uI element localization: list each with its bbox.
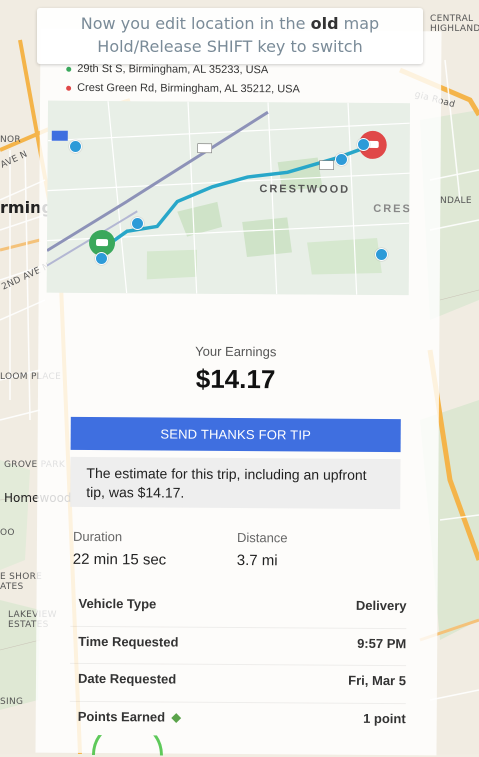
dropoff-dot-icon (66, 85, 72, 91)
map-control-point[interactable] (375, 248, 388, 261)
edit-mode-banner: Now you edit location in the old map Hol… (37, 8, 423, 64)
map-control-point[interactable] (335, 153, 348, 166)
trip-receipt-overlay: 29th St S, Birmingham, AL 35233, USA Cre… (35, 28, 442, 756)
route-map-label-cres: CRES (373, 202, 411, 216)
car-icon (96, 239, 109, 247)
dropoff-address: Crest Green Rd, Birmingham, AL 35212, US… (66, 82, 300, 95)
earnings-value: $14.17 (195, 363, 276, 395)
map-label-sing: SING (0, 697, 24, 707)
points-diamond-icon (171, 713, 182, 724)
trip-route-map: CRESTWOOD CRES (46, 100, 411, 296)
distance-value: 3.7 mi (236, 551, 278, 570)
banner-line-2: Hold/Release SHIFT key to switch (97, 37, 363, 56)
route-map-canvas (46, 100, 411, 296)
duration-value: 22 min 15 sec (72, 550, 167, 569)
pickup-dot-icon (66, 66, 72, 72)
rating-ring-icon (91, 734, 163, 756)
map-control-point[interactable] (69, 140, 82, 153)
receipt-row-date-requested: Date Requested Fri, Mar 5 (69, 662, 407, 695)
duration-label: Duration (72, 528, 123, 545)
receipt-row-points-earned: Points Earned 1 point (69, 700, 406, 733)
distance-label: Distance (236, 529, 288, 546)
map-control-point[interactable] (357, 138, 370, 151)
route-shield-icon (197, 143, 213, 154)
map-label-ndale: NDALE (440, 196, 472, 206)
estimate-text: The estimate for this trip, including an… (86, 464, 367, 501)
map-label-nor: NOR (0, 135, 21, 145)
route-map-label-crestwood: CRESTWOOD (259, 183, 351, 196)
banner-line-1: Now you edit location in the old map (80, 14, 380, 33)
route-shield-icon (319, 160, 334, 170)
interstate-shield-icon (51, 130, 68, 141)
receipt-row-time-requested: Time Requested 9:57 PM (70, 625, 407, 658)
map-control-point[interactable] (95, 252, 108, 265)
send-thanks-for-tip-button[interactable]: SEND THANKS FOR TIP (70, 416, 401, 453)
receipt-row-vehicle-type: Vehicle Type Delivery (78, 595, 407, 614)
map-label-oo: OO (0, 528, 15, 538)
earnings-label: Your Earnings (195, 343, 277, 360)
map-control-point[interactable] (131, 217, 144, 230)
pickup-address: 29th St S, Birmingham, AL 35233, USA (66, 63, 268, 76)
estimate-note: The estimate for this trip, including an… (70, 456, 401, 510)
